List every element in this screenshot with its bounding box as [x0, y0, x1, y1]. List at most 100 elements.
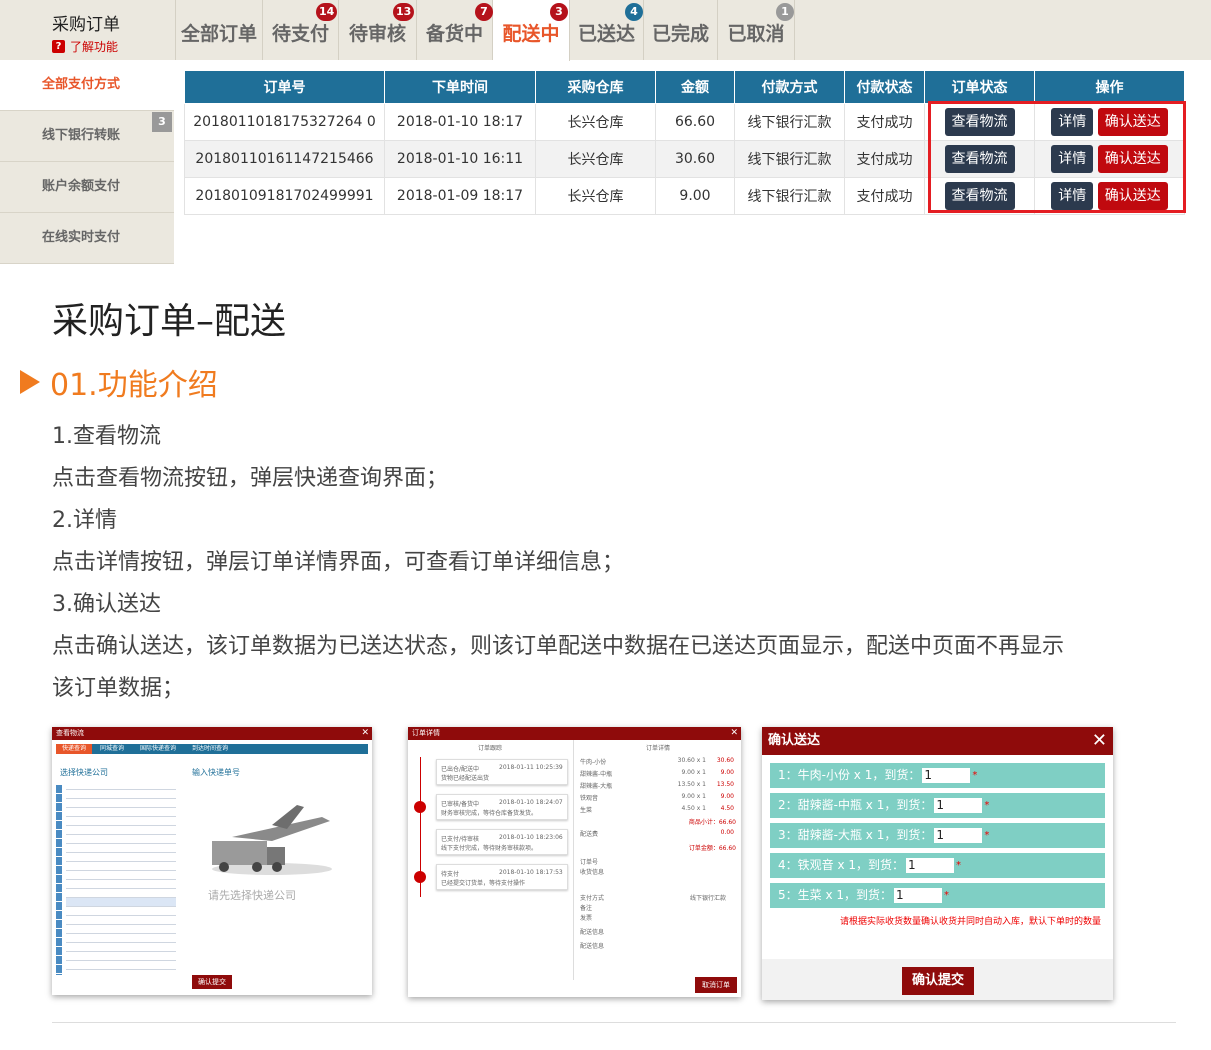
order-number: 2018011018175327264 0 [184, 103, 385, 141]
confirm-submit-button[interactable]: 确认提交 [902, 967, 974, 995]
modal-header: 查看物流 ✕ [52, 727, 372, 740]
payment-status: 支付成功 [844, 177, 925, 215]
column-header: 订单号 [184, 70, 385, 104]
cancel-order-button[interactable]: 取消订单 [695, 977, 737, 993]
warehouse: 长兴仓库 [535, 140, 656, 178]
quantity-row: 1：牛肉-小份 x 1，到货： 1 * [770, 763, 1105, 788]
column-header: 付款状态 [844, 70, 925, 104]
amount: 30.60 [655, 140, 735, 178]
tab-pending-review[interactable]: 待审核 13 [339, 0, 417, 60]
tracking-event: 已支付/待审核 2018-01-10 18:23:06 线下支付完成，等待财务审… [436, 829, 568, 855]
question-icon: ? [52, 40, 65, 53]
delivery-fee: 0.00 [720, 829, 734, 836]
column-header: 操作 [1034, 70, 1185, 104]
doc-line: 点击详情按钮，弹层订单详情界面，可查看订单详细信息； [52, 550, 625, 575]
doc-line: 点击查看物流按钮，弹层快递查询界面； [52, 466, 449, 491]
list-item: 铁观音 9.00 x 1 9.00 [580, 793, 734, 802]
list-item: 甜辣酱-中瓶 9.00 x 1 9.00 [580, 769, 734, 778]
payment-status: 支付成功 [844, 103, 925, 141]
tab-pending-payment[interactable]: 待支付 14 [263, 0, 339, 60]
doc-line: 3.确认送达 [52, 592, 161, 617]
step-1-label: 选择快递公司 [60, 768, 108, 777]
sidebar-item-bank-transfer[interactable]: 线下银行转账 [0, 111, 174, 162]
quantity-input[interactable]: 1 [934, 828, 983, 843]
help-label: 了解功能 [70, 40, 119, 54]
column-header: 付款方式 [734, 70, 845, 104]
subtotal: 商品小计：66.60 [688, 819, 736, 826]
sidebar-item-balance[interactable]: 账户余额支付 [0, 162, 174, 213]
count-badge: 14 [316, 3, 338, 21]
warehouse: 长兴仓库 [535, 177, 656, 215]
doc-line: 1.查看物流 [52, 424, 161, 449]
column-header: 下单时间 [384, 70, 536, 104]
close-icon[interactable]: ✕ [1092, 727, 1107, 755]
triangle-icon [20, 370, 40, 394]
quantity-row: 5：生菜 x 1，到货： 1 * [770, 883, 1105, 908]
tab-cancelled[interactable]: 已取消 1 [718, 0, 795, 60]
order-number: 20180109181702499991 [184, 177, 385, 215]
amount: 66.60 [655, 103, 735, 141]
modal-header: 确认送达 ✕ [762, 727, 1113, 755]
tab-all-orders[interactable]: 全部订单 [176, 0, 263, 60]
order-total: 订单金额：66.60 [688, 845, 736, 852]
top-nav-bar: 采购订单 ? 了解功能 全部订单 待支付 14 待审核 13 备货中 7 配送中… [0, 0, 1211, 61]
warehouse: 长兴仓库 [535, 103, 656, 141]
sidebar-item-online[interactable]: 在线实时支付 [0, 213, 174, 264]
modal-tabs: 快递查询 同城查询 国际快递查询 到达时间查询 [56, 744, 368, 754]
logistics-modal-thumbnail: 查看物流 ✕ 快递查询 同城查询 国际快递查询 到达时间查询 选择快递公司 输入快… [52, 727, 372, 995]
airplane-truck-illustration [212, 805, 332, 875]
payment-method: 线下银行汇款 [690, 895, 727, 902]
doc-line: 该订单数据； [52, 676, 185, 701]
quantity-input[interactable]: 1 [934, 798, 983, 813]
order-time: 2018-01-10 16:11 [384, 140, 536, 178]
delivery-fee-label: 配送费 [580, 831, 599, 838]
payment-method: 线下银行汇款 [734, 140, 845, 178]
confirm-delivery-modal-thumbnail: 确认送达 ✕ 1：牛肉-小份 x 1，到货： 1 * 2：甜辣酱-中瓶 x 1，到货… [762, 727, 1113, 1000]
highlight-box [928, 101, 1186, 213]
order-detail-modal-thumbnail: 订单详情 ✕ 订单跟踪 订单详情 已出仓/配送中 2018-01-11 10:25… [408, 727, 741, 997]
tab-preparing[interactable]: 备货中 7 [417, 0, 493, 60]
quantity-input[interactable]: 1 [922, 768, 971, 783]
doc-line: 点击确认送达，该订单数据为已送达状态，则该订单配送中数据在已送达页面显示，配送中… [52, 634, 1065, 659]
tracking-event: 已出仓/配送中 2018-01-11 10:25:39 货物已经配送出货 [436, 759, 568, 785]
count-badge: 13 [393, 3, 415, 21]
close-icon: ✕ [361, 728, 369, 738]
quantity-input[interactable]: 1 [894, 888, 943, 903]
quantity-input[interactable]: 1 [906, 858, 955, 873]
table-header-row: 订单号 下单时间 采购仓库 金额 付款方式 付款状态 订单状态 操作 [184, 70, 1185, 104]
count-badge: 3 [152, 112, 172, 132]
quantity-row: 2：甜辣酱-中瓶 x 1，到货： 1 * [770, 793, 1105, 818]
count-badge: 7 [475, 3, 493, 21]
order-number: 20180110161147215466 [184, 140, 385, 178]
payment-method: 线下银行汇款 [734, 103, 845, 141]
hint-text: 请根据实际收货数量确认收货并同时自动入库，默认下单时的数量 [839, 917, 1101, 927]
tab-delivered[interactable]: 已送达 4 [570, 0, 644, 60]
count-badge: 1 [776, 3, 794, 21]
courier-list [56, 785, 176, 975]
payment-method-sidebar: 全部支付方式 线下银行转账 账户余额支付 在线实时支付 3 [0, 60, 174, 264]
column-header: 采购仓库 [535, 70, 656, 104]
count-badge: 4 [625, 3, 643, 21]
tab-delivering[interactable]: 配送中 3 [493, 0, 570, 61]
count-badge: 3 [550, 3, 568, 21]
tab-completed[interactable]: 已完成 [644, 0, 718, 60]
list-item: 生菜 4.50 x 1 4.50 [580, 805, 734, 814]
help-link[interactable]: ? 了解功能 [52, 38, 118, 55]
column-header: 订单状态 [924, 70, 1035, 104]
payment-status: 支付成功 [844, 140, 925, 178]
sidebar-item-all-payment[interactable]: 全部支付方式 [0, 60, 174, 111]
submit-button[interactable]: 确认提交 [192, 975, 232, 989]
step-2-label: 输入快递单号 [192, 768, 240, 777]
list-item: 甜辣酱-大瓶 13.50 x 1 13.50 [580, 781, 734, 790]
tracking-header: 订单跟踪 [478, 745, 503, 752]
amount: 9.00 [655, 177, 735, 215]
modal-header: 订单详情 ✕ [408, 727, 741, 740]
section-heading: 01.功能介绍 [20, 360, 218, 404]
placeholder-hint: 请先选择快递公司 [208, 889, 296, 902]
detail-header: 订单详情 [646, 745, 671, 752]
quantity-row: 4：铁观音 x 1，到货： 1 * [770, 853, 1105, 878]
item-list: 牛肉-小份 30.60 x 1 30.60 甜辣酱-中瓶 9.00 x 1 9.00 甜… [580, 757, 736, 950]
close-icon: ✕ [730, 728, 738, 738]
divider [52, 1022, 1176, 1023]
quantity-row: 3：甜辣酱-大瓶 x 1，到货： 1 * [770, 823, 1105, 848]
